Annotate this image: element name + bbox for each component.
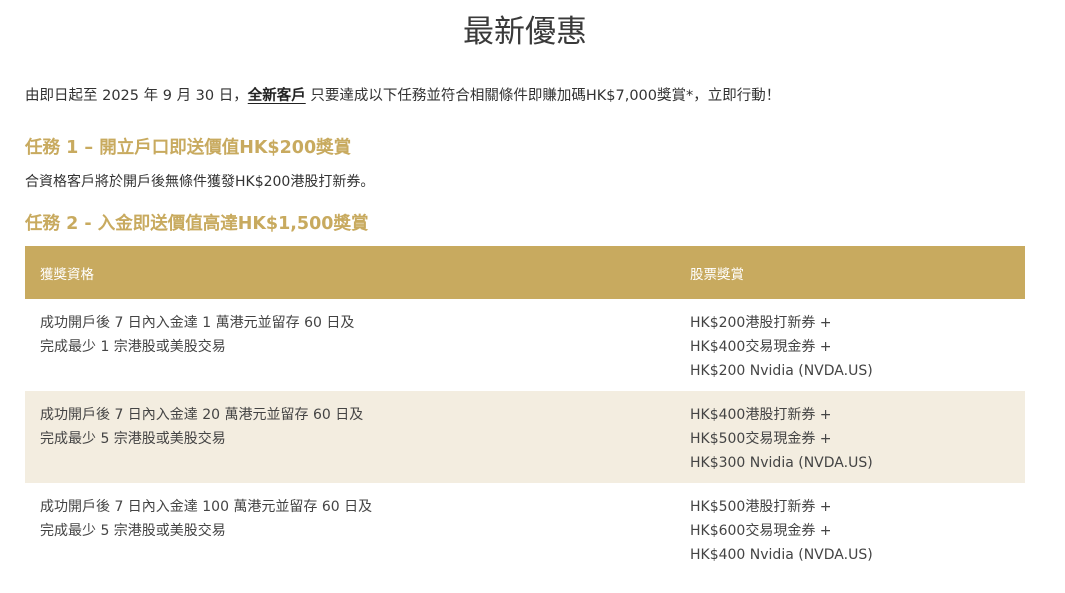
reward-line: HK$300 Nvidia (NVDA.US) <box>690 455 873 471</box>
qualification-cell: 成功開戶後 7 日內入金達 1 萬港元並留存 60 日及 完成最少 1 宗港股或… <box>25 299 670 391</box>
intro-text-after: 只要達成以下任務並符合相關條件即賺加碼HK$7,000獎賞*，立即行動！ <box>305 88 781 104</box>
qualification-line: 成功開戶後 7 日內入金達 100 萬港元並留存 60 日及 <box>40 499 373 515</box>
qualification-cell: 成功開戶後 7 日內入金達 100 萬港元並留存 60 日及 完成最少 5 宗港… <box>25 483 670 575</box>
qualification-line: 成功開戶後 7 日內入金達 1 萬港元並留存 60 日及 <box>40 315 355 331</box>
task1-heading: 任務 1 – 開立戶口即送價值HK$200獎賞 <box>25 138 352 158</box>
intro-text: 由即日起至 2025 年 9 月 30 日，全新客戶 只要達成以下任務並符合相關… <box>25 85 780 107</box>
page-title: 最新優惠 <box>463 14 587 50</box>
intro-text-before: 由即日起至 2025 年 9 月 30 日， <box>25 88 248 104</box>
table-row: 成功開戶後 7 日內入金達 1 萬港元並留存 60 日及 完成最少 1 宗港股或… <box>25 299 1025 391</box>
reward-line: HK$500交易現金券 + <box>690 431 832 447</box>
qualification-line: 完成最少 5 宗港股或美股交易 <box>40 431 226 447</box>
qualification-line: 完成最少 5 宗港股或美股交易 <box>40 523 226 539</box>
reward-cell: HK$500港股打新券 + HK$600交易現金券 + HK$400 Nvidi… <box>670 483 1025 575</box>
reward-line: HK$400交易現金券 + <box>690 339 832 355</box>
new-client-link[interactable]: 全新客戶 <box>248 88 306 104</box>
table-row: 成功開戶後 7 日內入金達 100 萬港元並留存 60 日及 完成最少 5 宗港… <box>25 483 1025 575</box>
header-qualification: 獲獎資格 <box>25 246 670 299</box>
header-reward: 股票獎賞 <box>670 246 1025 299</box>
reward-line: HK$400港股打新券 + <box>690 407 832 423</box>
reward-line: HK$200港股打新券 + <box>690 315 832 331</box>
reward-cell: HK$400港股打新券 + HK$500交易現金券 + HK$300 Nvidi… <box>670 391 1025 483</box>
table-row: 成功開戶後 7 日內入金達 20 萬港元並留存 60 日及 完成最少 5 宗港股… <box>25 391 1025 483</box>
reward-line: HK$400 Nvidia (NVDA.US) <box>690 547 873 563</box>
qualification-line: 成功開戶後 7 日內入金達 20 萬港元並留存 60 日及 <box>40 407 364 423</box>
qualification-line: 完成最少 1 宗港股或美股交易 <box>40 339 226 355</box>
reward-line: HK$600交易現金券 + <box>690 523 832 539</box>
reward-line: HK$500港股打新券 + <box>690 499 832 515</box>
reward-line: HK$200 Nvidia (NVDA.US) <box>690 363 873 379</box>
reward-cell: HK$200港股打新券 + HK$400交易現金券 + HK$200 Nvidi… <box>670 299 1025 391</box>
task1-description: 合資格客戶將於開戶後無條件獲發HK$200港股打新券。 <box>25 174 375 190</box>
reward-table: 獲獎資格 股票獎賞 成功開戶後 7 日內入金達 1 萬港元並留存 60 日及 完… <box>25 246 1025 575</box>
qualification-cell: 成功開戶後 7 日內入金達 20 萬港元並留存 60 日及 完成最少 5 宗港股… <box>25 391 670 483</box>
task2-heading: 任務 2 - 入金即送價值高達HK$1,500獎賞 <box>25 214 369 234</box>
table-header-row: 獲獎資格 股票獎賞 <box>25 246 1025 299</box>
